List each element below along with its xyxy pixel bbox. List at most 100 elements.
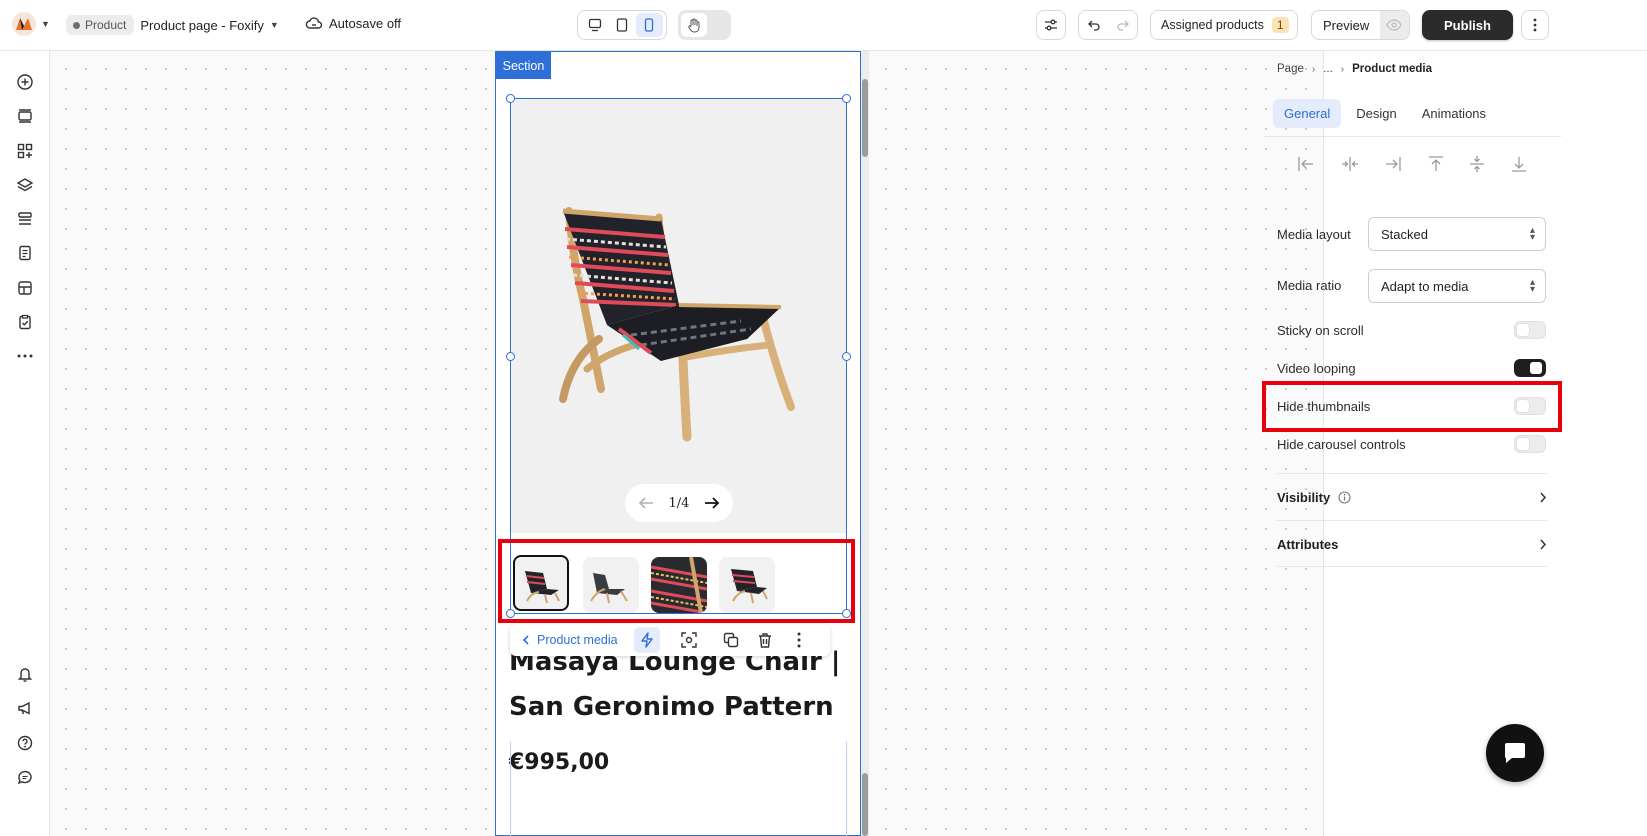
chevron-right-icon — [1540, 539, 1547, 549]
align-center-horizontal-icon[interactable] — [1341, 156, 1359, 172]
hand-icon — [688, 18, 700, 32]
toggle-knob — [1517, 438, 1529, 450]
resize-handle[interactable] — [842, 352, 851, 361]
preview-button[interactable]: Preview — [1312, 18, 1380, 33]
assigned-count-badge: 1 — [1271, 17, 1289, 33]
element-name: Product media — [537, 633, 618, 647]
canvas-scrollbar[interactable] — [861, 51, 869, 836]
checklist-icon[interactable] — [15, 312, 35, 332]
autosave-label: Autosave off — [329, 15, 402, 31]
preview-eye-button[interactable] — [1379, 11, 1409, 39]
section-icon[interactable] — [15, 106, 35, 126]
redo-button[interactable] — [1108, 11, 1137, 39]
duplicate-button[interactable] — [718, 627, 744, 653]
align-left-icon[interactable] — [1297, 156, 1315, 172]
arrow-right-icon[interactable] — [704, 496, 720, 510]
undo-button[interactable] — [1079, 11, 1108, 39]
select-parent-button[interactable]: Product media — [516, 627, 624, 653]
toggle-knob — [1530, 362, 1542, 374]
resize-handle[interactable] — [506, 352, 515, 361]
video-looping-toggle[interactable] — [1514, 359, 1546, 377]
lightning-icon — [640, 632, 653, 648]
mobile-view-button[interactable] — [635, 13, 663, 37]
tab-label: Design — [1356, 106, 1397, 121]
product-media-block[interactable]: 1/4 — [510, 98, 847, 614]
arrow-left-icon[interactable] — [638, 496, 654, 510]
support-chat-button[interactable] — [1486, 724, 1544, 782]
bell-icon[interactable] — [15, 664, 35, 684]
align-center-vertical-icon[interactable] — [1469, 155, 1485, 173]
layers-icon[interactable] — [15, 175, 35, 195]
scan-icon — [680, 632, 697, 648]
delete-button[interactable] — [752, 627, 778, 653]
autosave-toggle[interactable]: Autosave off — [305, 15, 401, 31]
megaphone-icon[interactable] — [15, 698, 35, 718]
pan-tool-toggle[interactable] — [678, 10, 731, 40]
publish-label: Publish — [1444, 17, 1491, 33]
chat-icon[interactable] — [15, 767, 35, 787]
visibility-heading: Visibility — [1277, 489, 1331, 505]
align-top-icon[interactable] — [1428, 155, 1444, 173]
page-selector[interactable]: Product Product page - Foxify ▼ — [66, 15, 279, 35]
section-tag-label: Section — [502, 58, 545, 73]
more-icon[interactable] — [15, 346, 35, 366]
help-icon[interactable] — [15, 733, 35, 753]
desktop-view-button[interactable] — [581, 13, 608, 37]
media-layout-value: Stacked — [1381, 226, 1428, 242]
mobile-icon — [645, 18, 654, 32]
breadcrumb-ellipsis[interactable]: ... — [1323, 63, 1333, 75]
chevron-up-down-icon: ▴ ▾ — [1529, 225, 1535, 243]
element-more-button[interactable] — [786, 627, 812, 653]
tablet-icon — [616, 18, 628, 32]
canvas-scrollbar-thumb-bottom[interactable] — [862, 773, 868, 836]
breadcrumb-page[interactable]: Page — [1277, 63, 1304, 75]
tab-general[interactable]: General — [1273, 99, 1342, 128]
more-menu-button[interactable] — [1521, 10, 1549, 40]
resize-handle[interactable] — [842, 94, 851, 103]
page-type-badge: Product — [66, 15, 135, 35]
attributes-section[interactable]: Attributes — [1277, 529, 1547, 559]
assigned-products-button[interactable]: Assigned products 1 — [1150, 10, 1298, 40]
visibility-section[interactable]: Visibility — [1277, 482, 1547, 512]
kebab-icon — [797, 632, 801, 648]
canvas-scrollbar-thumb[interactable] — [862, 79, 868, 157]
tab-design[interactable]: Design — [1346, 99, 1406, 128]
attributes-heading: Attributes — [1277, 536, 1339, 552]
media-layout-select[interactable]: Stacked ▴ ▾ — [1368, 217, 1546, 251]
element-toolbar: Product media — [510, 624, 830, 656]
hide-carousel-controls-toggle[interactable] — [1514, 435, 1546, 453]
tab-animations[interactable]: Animations — [1412, 99, 1496, 128]
desktop-icon — [588, 18, 601, 32]
history-controls — [1078, 10, 1138, 40]
preview-group: Preview — [1311, 10, 1410, 40]
alignment-controls — [1297, 155, 1527, 173]
main-media-image[interactable] — [511, 99, 846, 533]
tab-label: General — [1284, 106, 1331, 121]
page-type-label: Product — [85, 18, 127, 32]
chevron-down-icon: ▼ — [41, 19, 50, 29]
chevron-up-down-icon: ▴ ▾ — [1529, 277, 1535, 295]
pages-icon[interactable] — [15, 243, 35, 263]
focus-button[interactable] — [676, 627, 702, 653]
info-icon — [1338, 490, 1351, 504]
align-bottom-icon[interactable] — [1511, 155, 1527, 173]
media-ratio-select[interactable]: Adapt to media ▴ ▾ — [1368, 269, 1546, 303]
publish-button[interactable]: Publish — [1422, 10, 1513, 40]
toggle-knob — [1517, 324, 1529, 336]
templates-icon[interactable] — [15, 278, 35, 298]
resize-handle[interactable] — [506, 94, 515, 103]
tablet-view-button[interactable] — [608, 13, 635, 37]
product-title-line2: San Geronimo Pattern — [509, 692, 834, 722]
video-looping-label: Video looping — [1277, 361, 1356, 376]
apps-icon[interactable] — [15, 141, 35, 161]
editor-canvas[interactable]: Section 1/4 Masaya Lounge Chair | San Ge… — [50, 51, 1323, 836]
section-tag[interactable]: Section — [496, 52, 551, 79]
chevron-left-icon — [522, 635, 529, 645]
dynamic-content-button[interactable] — [633, 627, 660, 653]
sticky-on-scroll-toggle[interactable] — [1514, 321, 1546, 339]
settings-button[interactable] — [1036, 10, 1066, 40]
add-icon[interactable] — [15, 72, 35, 92]
sections-list-icon[interactable] — [15, 209, 35, 229]
store-switcher[interactable]: ▼ — [12, 12, 50, 36]
align-right-icon[interactable] — [1384, 156, 1402, 172]
